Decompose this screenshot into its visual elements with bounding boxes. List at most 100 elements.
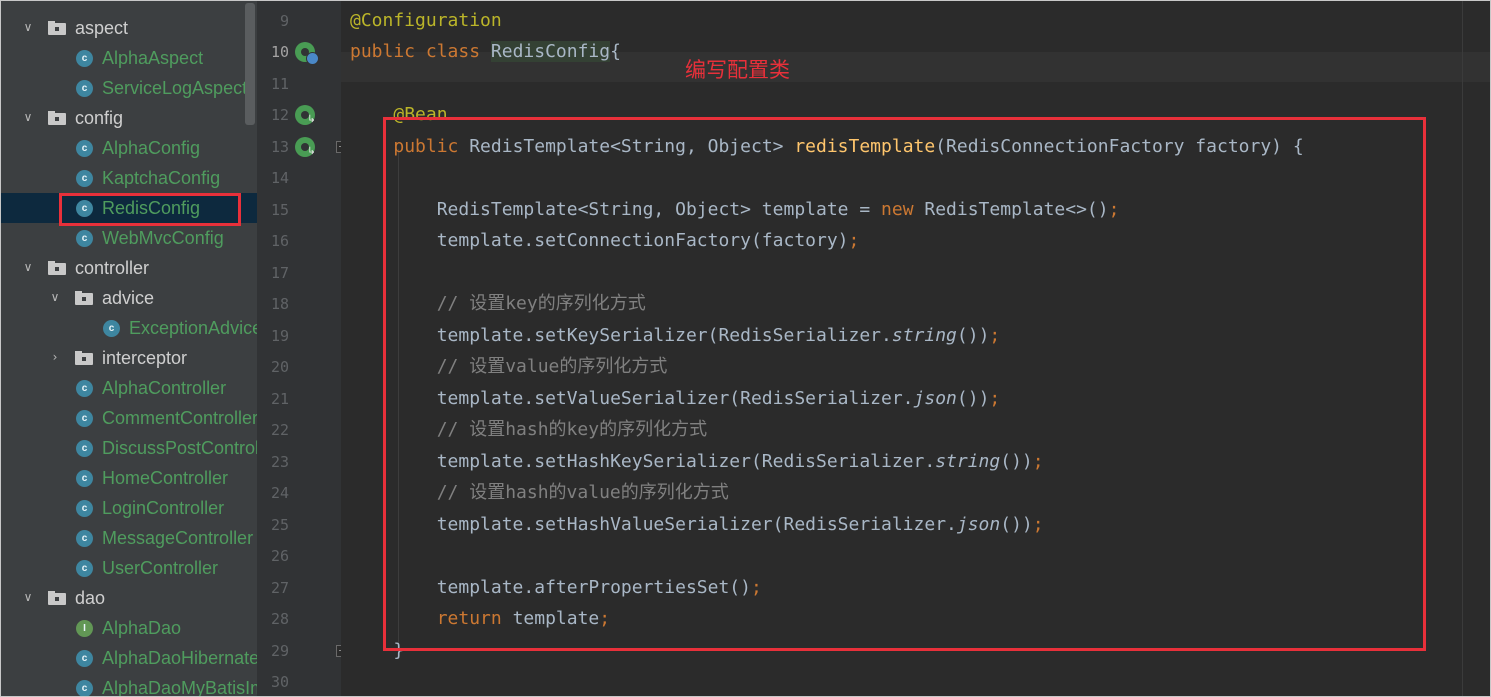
- tree-item-label: AlphaAspect: [102, 48, 204, 68]
- chevron-down-icon[interactable]: ∨: [21, 108, 35, 126]
- line-number: 15: [270, 200, 289, 219]
- line-number: 12: [270, 106, 289, 124]
- tree-item-kaptcha-config[interactable]: c KaptchaConfig: [1, 163, 257, 193]
- class-icon: c: [76, 440, 93, 457]
- line-number: 18: [270, 295, 289, 313]
- class-icon: c: [76, 500, 93, 517]
- line-number: 10: [270, 43, 289, 61]
- tree-item-label: CommentController: [102, 408, 257, 428]
- tree-item-label: dao: [75, 588, 106, 608]
- tree-item-label: controller: [75, 258, 150, 278]
- tree-item-service-log-aspect[interactable]: c ServiceLogAspect: [1, 73, 257, 103]
- line-number: 17: [270, 263, 289, 282]
- project-tree-scrollbar[interactable]: [245, 3, 255, 125]
- line-number: 29: [270, 641, 289, 660]
- package-folder-icon: [75, 291, 93, 305]
- line-number: 19: [270, 326, 289, 345]
- tree-item-alpha-aspect[interactable]: c AlphaAspect: [1, 43, 257, 73]
- tree-item-label: ExceptionAdvice: [129, 318, 257, 338]
- editor-gutter: 8910111213141516171819202122232425262728…: [257, 1, 348, 696]
- bean-navigate-gutter-icon[interactable]: ↳: [295, 105, 316, 125]
- class-icon: c: [76, 50, 93, 67]
- tree-item-alpha-dao[interactable]: I AlphaDao: [1, 613, 257, 643]
- tree-item-comment-controller[interactable]: c CommentController: [1, 403, 257, 433]
- tree-item-alpha-controller[interactable]: c AlphaController: [1, 373, 257, 403]
- line-number: 28: [270, 610, 289, 628]
- tree-item-label: interceptor: [102, 348, 188, 368]
- tree-item-label: WebMvcConfig: [102, 228, 224, 248]
- line-number: 11: [270, 74, 289, 93]
- class-icon: c: [76, 170, 93, 187]
- code-line: @Configuration: [350, 9, 502, 31]
- package-folder-icon: [75, 351, 93, 365]
- class-icon: c: [76, 650, 93, 667]
- tree-item-label: AlphaDaoMyBatisImpl: [102, 678, 257, 696]
- right-margin-guide: [1462, 1, 1463, 696]
- code-highlight-box: [383, 117, 1426, 651]
- tree-item-user-controller[interactable]: c UserController: [1, 553, 257, 583]
- tree-item-label: LoginController: [102, 498, 225, 518]
- code-editor[interactable]: @Configuration public class RedisConfig{ …: [341, 1, 1490, 696]
- line-number: 30: [270, 673, 289, 691]
- line-number: 23: [270, 452, 289, 471]
- tree-item-label: AlphaConfig: [102, 138, 201, 158]
- line-number: 20: [270, 358, 289, 376]
- tree-item-label: aspect: [75, 18, 129, 38]
- class-icon: c: [76, 140, 93, 157]
- class-icon: c: [76, 410, 93, 427]
- package-folder-icon: [48, 111, 66, 125]
- line-number: 14: [270, 169, 289, 187]
- package-folder-icon: [48, 591, 66, 605]
- tree-item-advice[interactable]: ∨ advice: [1, 283, 257, 313]
- tree-item-alpha-dao-hibernate[interactable]: c AlphaDaoHibernateImpl: [1, 643, 257, 673]
- tree-item-dao[interactable]: ∨ dao: [1, 583, 257, 613]
- chevron-down-icon[interactable]: ∨: [21, 18, 35, 36]
- chevron-down-icon[interactable]: ∨: [21, 258, 35, 276]
- line-number: 24: [270, 484, 289, 502]
- tree-item-message-controller[interactable]: c MessageController: [1, 523, 257, 553]
- tree-item-label: UserController: [102, 558, 219, 578]
- tree-item-label: advice: [102, 288, 155, 308]
- tree-item-alpha-dao-mybatis[interactable]: c AlphaDaoMyBatisImpl: [1, 673, 257, 696]
- line-number: 16: [270, 232, 289, 250]
- tree-item-alpha-config[interactable]: c AlphaConfig: [1, 133, 257, 163]
- tree-item-login-controller[interactable]: c LoginController: [1, 493, 257, 523]
- chevron-down-icon[interactable]: ∨: [48, 288, 62, 306]
- tree-item-label: config: [75, 108, 124, 128]
- tree-item-home-controller[interactable]: c HomeController: [1, 463, 257, 493]
- tree-item-config[interactable]: ∨ config: [1, 103, 257, 133]
- line-number: 9: [279, 11, 289, 30]
- tree-item-label: ServiceLogAspect: [102, 78, 248, 98]
- chevron-down-icon[interactable]: ∨: [21, 588, 35, 606]
- package-folder-icon: [48, 21, 66, 35]
- class-icon: c: [76, 80, 93, 97]
- tree-item-aspect[interactable]: ∨ aspect: [1, 13, 257, 43]
- ide-window: ∨ aspect c AlphaAspect c ServiceLogAspect ∨ con…: [1, 1, 1490, 696]
- line-number: 21: [270, 389, 289, 408]
- class-icon: c: [76, 530, 93, 547]
- tree-item-label: MessageController: [102, 528, 254, 548]
- class-icon: c: [76, 230, 93, 247]
- bean-method-gutter-icon[interactable]: ↳: [295, 136, 316, 157]
- bean-config-gutter-icon[interactable]: [295, 42, 319, 65]
- tree-item-discuss-post-controller[interactable]: c DiscussPostController: [1, 433, 257, 463]
- line-number: 22: [270, 421, 289, 439]
- project-tree[interactable]: ∨ aspect c AlphaAspect c ServiceLogAspect ∨ con…: [1, 1, 257, 696]
- line-number: 25: [270, 515, 289, 534]
- tree-item-controller[interactable]: ∨ controller: [1, 253, 257, 283]
- tree-item-interceptor[interactable]: › interceptor: [1, 343, 257, 373]
- tree-item-webmvc-config[interactable]: c WebMvcConfig: [1, 223, 257, 253]
- tree-highlight-box: [59, 193, 241, 226]
- tree-item-exception-advice[interactable]: c ExceptionAdvice: [1, 313, 257, 343]
- chevron-right-icon[interactable]: ›: [48, 348, 62, 366]
- code-line: public class RedisConfig{: [350, 41, 621, 62]
- tree-item-label: DiscussPostController: [102, 438, 257, 458]
- class-icon: c: [76, 470, 93, 487]
- line-number: 26: [270, 547, 289, 565]
- class-icon: c: [76, 680, 93, 696]
- class-icon: c: [76, 380, 93, 397]
- tree-item-label: AlphaDao: [102, 618, 182, 638]
- class-icon: c: [76, 560, 93, 577]
- line-number: 13: [270, 137, 289, 156]
- tree-item-label: HomeController: [102, 468, 229, 488]
